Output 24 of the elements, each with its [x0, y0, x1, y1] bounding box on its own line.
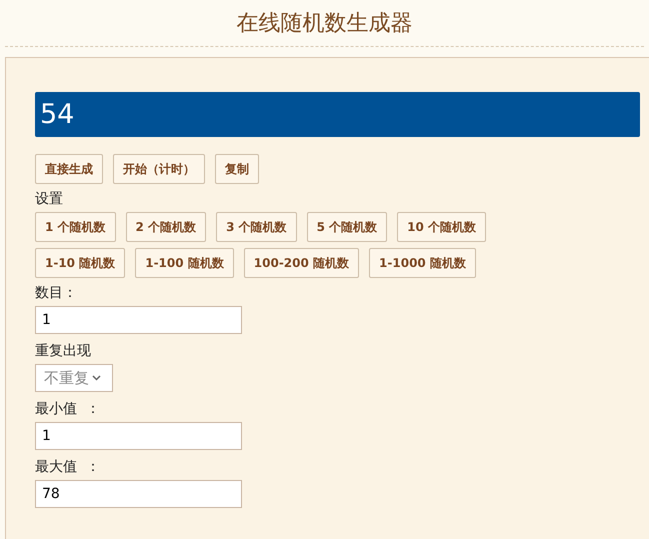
- action-button[interactable]: 开始（计时）: [113, 154, 205, 184]
- field-label: 重复出现: [35, 342, 91, 360]
- preset-button[interactable]: 2 个随机数: [126, 212, 206, 242]
- field-label: 数目：: [35, 284, 77, 302]
- input-field[interactable]: 1: [35, 422, 242, 450]
- action-button[interactable]: 直接生成: [35, 154, 103, 184]
- field-label: 最小值 ：: [35, 400, 100, 418]
- preset-button[interactable]: 10 个随机数: [397, 212, 486, 242]
- section-label: 设置: [35, 190, 63, 208]
- chevron-down-icon: [92, 375, 101, 381]
- preset-button[interactable]: 1-100 随机数: [135, 248, 234, 278]
- preset-button[interactable]: 1 个随机数: [35, 212, 116, 242]
- action-button[interactable]: 复制: [215, 154, 259, 184]
- preset-button[interactable]: 3 个随机数: [216, 212, 297, 242]
- preset-button[interactable]: 100-200 随机数: [244, 248, 360, 278]
- page-title: 在线随机数生成器: [236, 10, 412, 38]
- repeat-select[interactable]: 不重复: [35, 364, 113, 392]
- field-label: 最大值 ：: [35, 458, 100, 476]
- preset-button[interactable]: 1-1000 随机数: [369, 248, 476, 278]
- preset-button[interactable]: 1-10 随机数: [35, 248, 126, 278]
- input-field[interactable]: 1: [35, 306, 242, 334]
- input-field[interactable]: 78: [35, 480, 242, 508]
- preset-button[interactable]: 5 个随机数: [306, 212, 388, 242]
- result-display: 54: [35, 92, 640, 137]
